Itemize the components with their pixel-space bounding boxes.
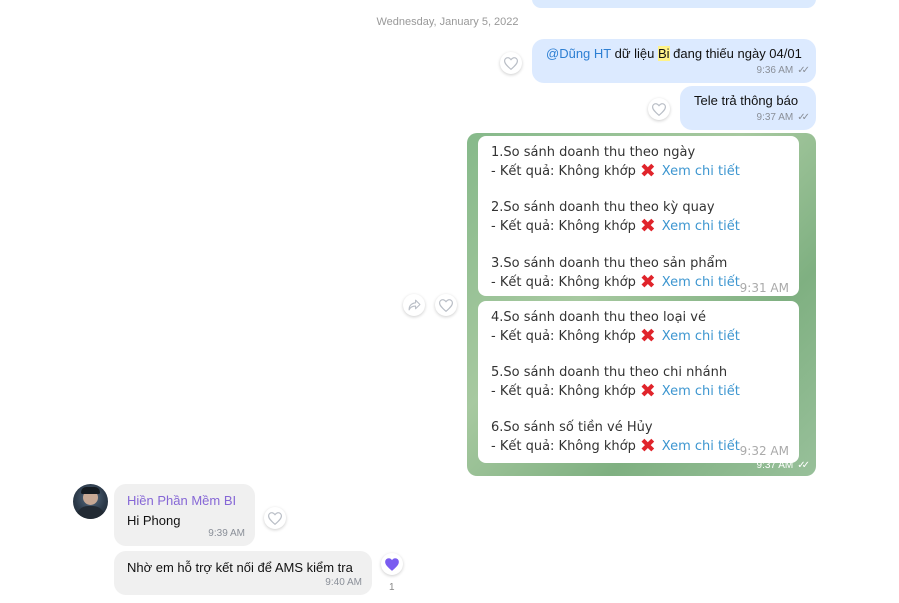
comparison-item: 2.So sánh doanh thu theo kỳ quay - Kết q… <box>491 200 740 237</box>
heart-reaction-button[interactable] <box>648 98 670 120</box>
avatar-body <box>76 506 105 519</box>
detail-link: Xem chi tiết <box>661 275 740 290</box>
message-time: 9:37 AM ✓✓ <box>756 460 810 471</box>
message-time: 9:37 AM ✓✓ <box>757 109 810 127</box>
heart-outline-icon <box>652 102 666 116</box>
notification-card: 1.So sánh doanh thu theo ngày - Kết quả:… <box>478 136 799 296</box>
comparison-item: 1.So sánh doanh thu theo ngày - Kết quả:… <box>491 145 740 182</box>
date-separator: Wednesday, January 5, 2022 <box>376 16 519 28</box>
heart-outline-icon <box>268 511 282 525</box>
avatar[interactable] <box>73 484 108 519</box>
detail-link: Xem chi tiết <box>661 164 740 179</box>
avatar-hair <box>81 487 100 494</box>
heart-outline-icon <box>504 56 518 70</box>
comparison-item: 4.So sánh doanh thu theo loại vé - Kết q… <box>491 310 740 347</box>
double-check-icon: ✓✓ <box>797 112 810 123</box>
reaction-count: 1 <box>389 582 395 593</box>
message-time: 9:39 AM <box>208 528 245 539</box>
double-check-icon: ✓✓ <box>797 65 810 76</box>
cross-mark-icon: ✖ <box>639 435 656 457</box>
cross-mark-icon: ✖ <box>639 271 656 293</box>
message-text: @Dũng HT dữ liệu Bi đang thiếu ngày 04/0… <box>546 46 802 61</box>
incoming-message[interactable]: Nhờ em hỗ trợ kết nối để AMS kiểm tra 9:… <box>114 551 372 595</box>
detail-link: Xem chi tiết <box>661 329 740 344</box>
comparison-item: 5.So sánh doanh thu theo chi nhánh - Kết… <box>491 365 740 402</box>
notification-card: 4.So sánh doanh thu theo loại vé - Kết q… <box>478 301 799 463</box>
cross-mark-icon: ✖ <box>639 160 656 182</box>
screenshot-image-message[interactable]: 1.So sánh doanh thu theo ngày - Kết quả:… <box>467 133 816 476</box>
comparison-item: 3.So sánh doanh thu theo sản phẩm - Kết … <box>491 256 740 293</box>
incoming-message[interactable]: Hiền Phần Mềm BI Hi Phong 9:39 AM <box>114 484 255 546</box>
cross-mark-icon: ✖ <box>639 215 656 237</box>
heart-reaction-button[interactable] <box>381 553 403 575</box>
message-text: Tele trả thông báo <box>694 93 799 108</box>
detail-link: Xem chi tiết <box>661 384 740 399</box>
search-highlight: Bi <box>658 46 670 61</box>
heart-outline-icon <box>439 298 453 312</box>
detail-link: Xem chi tiết <box>661 439 740 454</box>
message-text: Nhờ em hỗ trợ kết nối để AMS kiểm tra <box>127 560 353 575</box>
cross-mark-icon: ✖ <box>639 325 656 347</box>
previous-message-bubble <box>532 0 816 8</box>
message-text: Hi Phong <box>127 513 181 528</box>
user-mention[interactable]: @Dũng HT <box>546 46 611 61</box>
comparison-item: 6.So sánh số tiền vé Hủy - Kết quả: Khôn… <box>491 420 740 457</box>
message-time: 9:40 AM <box>325 577 362 588</box>
detail-link: Xem chi tiết <box>661 219 740 234</box>
outgoing-message[interactable]: Tele trả thông báo 9:37 AM ✓✓ <box>680 86 816 130</box>
heart-reaction-button[interactable] <box>500 52 522 74</box>
share-icon <box>408 299 420 311</box>
sender-name[interactable]: Hiền Phần Mềm BI <box>127 492 236 510</box>
card-time: 9:32 AM <box>739 444 789 458</box>
heart-reaction-button[interactable] <box>264 507 286 529</box>
message-time: 9:36 AM ✓✓ <box>757 62 810 80</box>
share-button[interactable] <box>403 294 425 316</box>
outgoing-message[interactable]: @Dũng HT dữ liệu Bi đang thiếu ngày 04/0… <box>532 39 816 83</box>
double-check-icon: ✓✓ <box>797 460 810 471</box>
cross-mark-icon: ✖ <box>639 380 656 402</box>
card-time: 9:31 AM <box>739 281 789 295</box>
heart-reaction-button[interactable] <box>435 294 457 316</box>
heart-filled-icon <box>385 557 399 571</box>
